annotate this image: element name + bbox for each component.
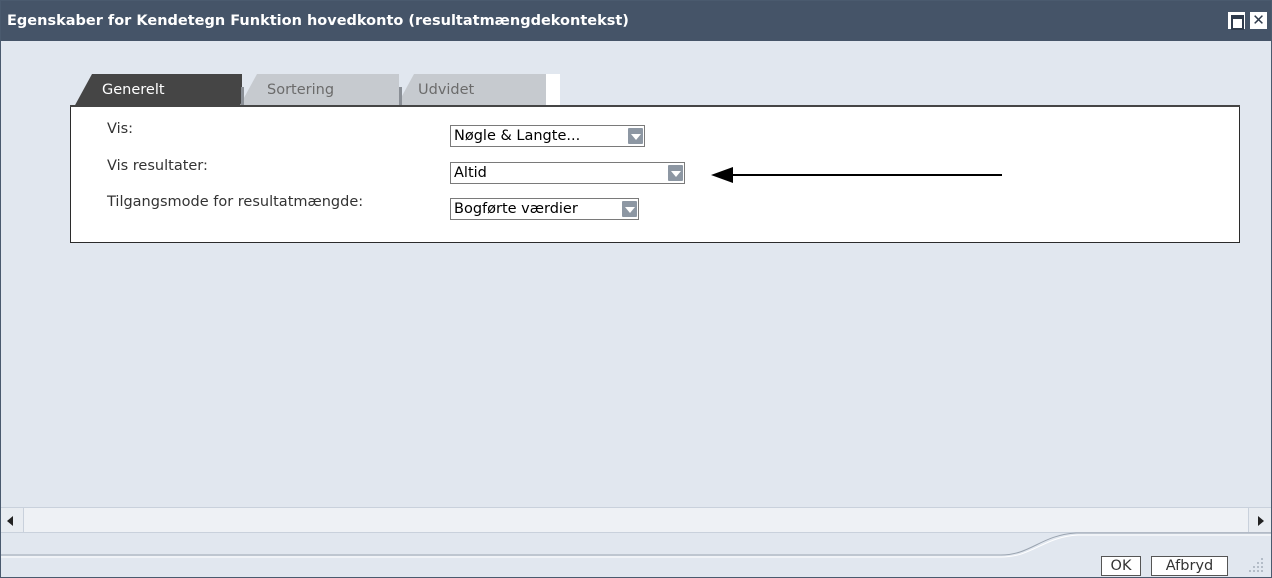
annotation-arrow-icon	[711, 167, 1002, 183]
resize-grip-icon[interactable]	[1245, 556, 1267, 574]
chevron-down-icon[interactable]	[628, 128, 643, 144]
tab-end-shadow	[546, 74, 560, 107]
vis-dropdown[interactable]: Nøgle & Langte...	[450, 125, 645, 147]
arrow-right-icon	[1258, 516, 1264, 526]
tab-label: Sortering	[267, 82, 335, 98]
vis-resultater-label: Vis resultater:	[107, 158, 208, 174]
vis-value: Nøgle & Langte...	[454, 128, 581, 144]
tilgangsmode-value: Bogførte værdier	[454, 201, 578, 217]
tab-divider	[399, 87, 402, 107]
vis-resultater-dropdown[interactable]: Altid	[450, 162, 685, 184]
dialog-title: Egenskaber for Kendetegn Funktion hovedk…	[7, 13, 629, 29]
tab-sortering[interactable]: Sortering	[239, 74, 399, 107]
tilgangsmode-label: Tilgangsmode for resultatmængde:	[107, 194, 364, 210]
cancel-button[interactable]: Afbryd	[1151, 556, 1228, 576]
arrow-left-icon	[7, 516, 13, 526]
ok-button[interactable]: OK	[1101, 556, 1141, 576]
close-icon[interactable]: ✕	[1250, 12, 1267, 29]
tab-udvidet[interactable]: Udvidet	[396, 74, 546, 107]
tab-label: Generelt	[102, 82, 165, 98]
properties-dialog: Egenskaber for Kendetegn Funktion hovedk…	[0, 0, 1272, 578]
panel-top-border	[70, 105, 1240, 107]
maximize-icon[interactable]	[1228, 12, 1245, 30]
footer-divider	[1, 532, 1271, 558]
vis-resultater-value: Altid	[454, 165, 487, 181]
tab-label: Udvidet	[418, 82, 475, 98]
chevron-down-icon[interactable]	[622, 201, 637, 217]
chevron-down-icon[interactable]	[668, 165, 683, 181]
tilgangsmode-dropdown[interactable]: Bogførte værdier	[450, 198, 639, 220]
tab-generelt[interactable]: Generelt	[74, 74, 242, 107]
vis-label: Vis:	[107, 121, 134, 137]
tab-divider	[241, 87, 244, 107]
title-bar[interactable]: Egenskaber for Kendetegn Funktion hovedk…	[1, 1, 1271, 41]
